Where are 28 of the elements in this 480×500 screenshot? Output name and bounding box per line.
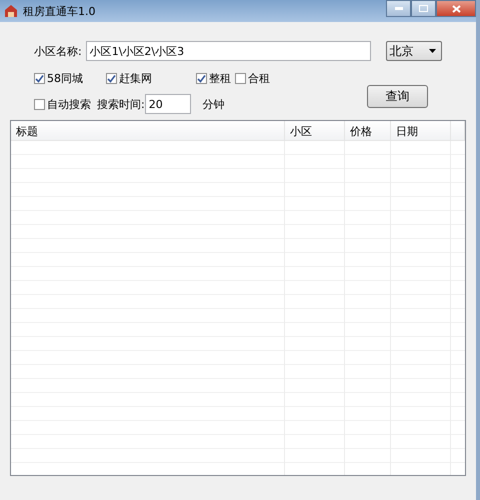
checkbox[interactable]: 赶集网 bbox=[106, 70, 178, 86]
maximize-button[interactable] bbox=[411, 0, 436, 17]
window-title: 租房直通车1.0 bbox=[23, 4, 96, 18]
query-button[interactable]: 查询 bbox=[367, 84, 428, 108]
input-field[interactable]: 小区1\小区2\小区3 bbox=[86, 41, 371, 61]
maximize-icon bbox=[419, 5, 428, 12]
checkmark-icon bbox=[107, 74, 116, 82]
minimize-icon bbox=[394, 7, 402, 10]
dropdown-arrow-icon bbox=[428, 49, 436, 53]
checkmark-icon bbox=[35, 74, 44, 82]
close-button[interactable] bbox=[436, 0, 476, 17]
checkbox[interactable]: 58同城 bbox=[34, 70, 106, 86]
city-dropdown[interactable]: 北京 bbox=[386, 41, 442, 61]
column-header[interactable]: 价格 bbox=[345, 121, 391, 140]
checkbox[interactable]: 合租 bbox=[235, 70, 270, 86]
unit-label: 分钟 bbox=[202, 96, 225, 112]
checkmark-icon bbox=[197, 74, 206, 82]
field-label: 搜索时间: bbox=[97, 96, 145, 112]
house-icon bbox=[4, 4, 18, 18]
field-label: 小区名称: bbox=[34, 44, 82, 58]
checkbox[interactable]: 自动搜索 bbox=[34, 96, 91, 112]
input-field[interactable]: 20 bbox=[144, 94, 191, 114]
close-icon bbox=[452, 4, 460, 12]
column-header[interactable]: 小区 bbox=[285, 121, 345, 140]
column-header[interactable]: 标题 bbox=[11, 121, 285, 140]
minimize-button[interactable] bbox=[386, 0, 411, 17]
column-header[interactable]: 日期 bbox=[391, 121, 451, 140]
checkbox[interactable]: 整租 bbox=[196, 70, 231, 86]
